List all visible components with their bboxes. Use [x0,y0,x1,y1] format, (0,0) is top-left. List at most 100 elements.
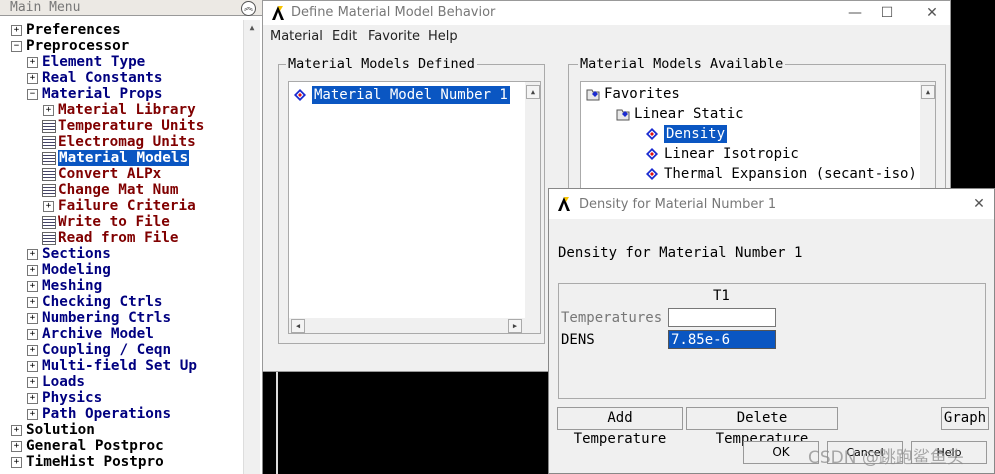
defined-vscrollbar[interactable]: ▲ [525,82,540,320]
expand-icon[interactable]: + [27,377,38,388]
expand-icon[interactable]: + [27,409,38,420]
expand-icon[interactable]: + [11,425,22,436]
collapse-icon[interactable]: − [11,41,22,52]
dens-label: DENS [561,332,595,348]
available-models-tree[interactable]: Favorites Linear Static Density Linear I… [580,81,936,193]
expand-icon[interactable]: + [27,281,38,292]
menu-tree-label: Meshing [42,278,103,294]
menu-tree-item[interactable]: + Checking Ctrls [0,294,242,310]
menu-edit[interactable]: Edit [332,29,357,44]
menu-tree-item[interactable]: + Modeling [0,262,242,278]
expand-icon[interactable]: + [27,265,38,276]
menu-tree-item[interactable]: + Preferences [0,22,242,38]
menu-tree-label: Failure Criteria [58,198,196,214]
expand-icon[interactable]: + [27,73,38,84]
menu-tree-item[interactable]: + Physics [0,390,242,406]
scroll-up-icon[interactable]: ▲ [921,85,935,99]
menu-tree-item[interactable]: Convert ALPx [0,166,242,182]
tree-density[interactable]: Density [664,125,728,143]
material-window-title: Define Material Model Behavior [291,5,496,20]
expand-icon[interactable]: + [27,249,38,260]
menu-tree-item[interactable]: Temperature Units [0,118,242,134]
defined-models-title: Material Models Defined [286,56,477,72]
density-table-panel: T1 Temperatures DENS 7.85e-6 [558,283,986,399]
expand-icon[interactable]: + [27,329,38,340]
menu-tree-label: Preferences [26,22,121,38]
tree-thermal-expansion[interactable]: Thermal Expansion (secant-iso) [664,165,917,183]
grid-icon [42,152,56,165]
expand-icon[interactable]: + [27,345,38,356]
menu-tree-item[interactable]: + Solution [0,422,242,438]
tree-favorites[interactable]: Favorites [604,85,680,103]
menu-tree-label: Read from File [58,230,179,246]
expand-icon[interactable]: + [27,393,38,404]
menu-help[interactable]: Help [428,29,458,44]
defined-hscrollbar[interactable]: ◀ ▶ [289,318,540,333]
graph-button[interactable]: Graph [941,407,989,430]
expand-icon[interactable]: + [43,105,54,116]
expand-icon[interactable]: + [11,25,22,36]
menu-tree-item[interactable]: + General Postproc [0,438,242,454]
main-menu-scrollbar[interactable]: ▲ [243,20,260,474]
menu-tree-item[interactable]: + Element Type [0,54,242,70]
density-dialog-titlebar: Density for Material Number 1 ✕ [549,189,994,219]
add-temperature-button[interactable]: Add Temperature [557,407,683,447]
density-heading: Density for Material Number 1 [558,245,803,261]
scroll-left-icon[interactable]: ◀ [291,319,305,333]
tree-linear-static[interactable]: Linear Static [634,105,744,123]
menu-tree-item[interactable]: Read from File [0,230,242,246]
menu-tree-item[interactable]: + Loads [0,374,242,390]
close-icon[interactable]: ✕ [918,3,946,23]
delete-temperature-button[interactable]: Delete Temperature [686,407,838,447]
scroll-right-icon[interactable]: ▶ [508,319,522,333]
watermark: CSDN @跳跑鲨鱼头 [808,448,964,468]
available-vscrollbar[interactable]: ▲ [920,82,935,192]
menu-tree-item[interactable]: Change Mat Num [0,182,242,198]
maximize-icon[interactable]: ☐ [873,3,901,23]
menu-tree-label: TimeHist Postpro [26,454,164,470]
menu-tree-item[interactable]: − Preprocessor [0,38,242,54]
expand-icon[interactable]: + [11,457,22,468]
expand-icon[interactable]: + [27,361,38,372]
dens-value-input[interactable]: 7.85e-6 [668,330,776,349]
available-models-title: Material Models Available [578,56,786,72]
menu-tree-label: Material Models [58,150,190,166]
menu-favorite[interactable]: Favorite [368,29,420,44]
temperature-input[interactable] [668,308,776,327]
menu-tree-item[interactable]: Material Models [0,150,242,166]
menu-tree-item[interactable]: Electromag Units [0,134,242,150]
expand-icon[interactable]: + [27,297,38,308]
menu-tree-item[interactable]: + Multi-field Set Up [0,358,242,374]
menu-tree-item[interactable]: + TimeHist Postpro [0,454,242,470]
menu-tree-item[interactable]: + Archive Model [0,326,242,342]
menu-tree-item[interactable]: − Material Props [0,86,242,102]
menu-tree-item[interactable]: + Material Library [0,102,242,118]
menu-tree-item[interactable]: + Sections [0,246,242,262]
expand-icon[interactable]: + [27,313,38,324]
expand-icon[interactable]: + [27,57,38,68]
grid-icon [42,184,56,197]
grid-icon [42,232,56,245]
collapse-icon[interactable]: − [27,89,38,100]
menu-tree-item[interactable]: + Coupling / Ceqn [0,342,242,358]
menu-tree-item[interactable]: + Failure Criteria [0,198,242,214]
close-icon[interactable]: ✕ [965,194,993,214]
menu-tree-item[interactable]: Write to File [0,214,242,230]
menu-material[interactable]: Material [270,29,323,44]
expand-icon[interactable]: + [43,201,54,212]
expand-icon[interactable]: + [11,441,22,452]
scroll-up-icon[interactable]: ▲ [526,85,540,99]
menu-tree-item[interactable]: + Numbering Ctrls [0,310,242,326]
minimize-icon[interactable]: — [841,3,869,23]
menu-tree-item[interactable]: + Meshing [0,278,242,294]
collapse-icon[interactable]: ︽ [241,1,256,16]
scroll-up-icon[interactable]: ▲ [244,20,260,36]
tree-linear-isotropic[interactable]: Linear Isotropic [664,145,799,163]
menu-tree-label: Checking Ctrls [42,294,163,310]
menu-tree-label: Element Type [42,54,146,70]
menu-tree-item[interactable]: + Path Operations [0,406,242,422]
material-model-number-1[interactable]: Material Model Number 1 [312,86,510,104]
menu-tree-label: Coupling / Ceqn [42,342,172,358]
defined-models-list[interactable]: Material Model Number 1 ▲ ◀ ▶ [288,81,541,334]
menu-tree-item[interactable]: + Real Constants [0,70,242,86]
